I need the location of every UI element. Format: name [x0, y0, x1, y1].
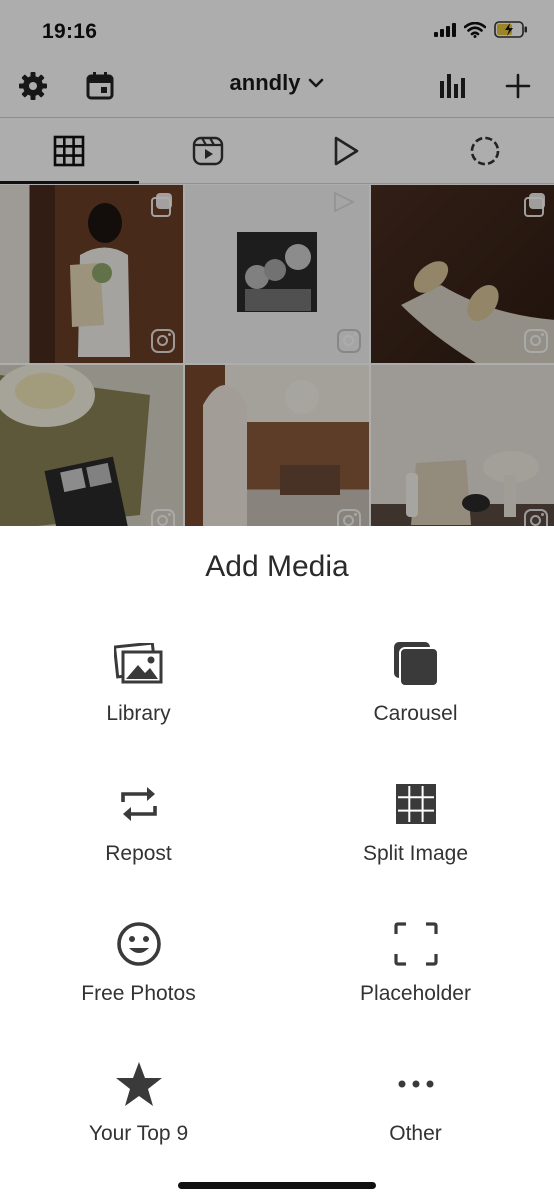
option-library[interactable]: Library [0, 636, 277, 756]
option-repost[interactable]: Repost [0, 776, 277, 896]
option-label: Your Top 9 [88, 1122, 189, 1145]
grid-post[interactable] [185, 365, 369, 530]
grid-icon [53, 135, 85, 166]
placeholder-frame-icon [386, 916, 446, 972]
instagram-icon [337, 329, 361, 353]
tab-video[interactable] [277, 118, 416, 183]
top-toolbar: anndly [0, 56, 554, 118]
option-label: Library [106, 702, 171, 725]
sheet-title: Add Media [205, 550, 349, 583]
stats-icon [440, 74, 465, 98]
option-label: Free Photos [81, 982, 196, 1005]
tab-stories[interactable] [416, 118, 554, 183]
option-label: Carousel [373, 702, 458, 725]
option-carousel[interactable]: Carousel [277, 636, 554, 756]
chevron-down-icon [309, 78, 324, 88]
media-grid [0, 185, 554, 530]
option-free-photos[interactable]: Free Photos [0, 916, 277, 1036]
option-label: Split Image [362, 842, 469, 865]
option-label: Repost [105, 842, 172, 865]
instagram-icon [524, 329, 548, 353]
carousel-badge-icon [151, 193, 173, 217]
repost-icon [109, 776, 169, 832]
account-name: anndly [229, 70, 301, 95]
status-time: 19:16 [42, 20, 98, 43]
option-label: Placeholder [360, 982, 471, 1005]
star-icon [109, 1056, 169, 1112]
play-icon [334, 136, 359, 165]
smiley-icon [109, 916, 169, 972]
photos-icon [109, 636, 169, 692]
grid-post[interactable] [0, 185, 183, 363]
carousel-badge-icon [524, 193, 546, 217]
add-button[interactable] [498, 66, 538, 106]
status-icons [434, 21, 528, 38]
carousel-icon [386, 636, 446, 692]
signal-icon [434, 22, 456, 37]
feed-tabs [0, 118, 554, 184]
tab-grid[interactable] [0, 118, 139, 184]
wifi-icon [464, 21, 486, 38]
add-media-sheet: Add Media Library Carousel Repost Split … [0, 526, 554, 1200]
option-split-image[interactable]: Split Image [277, 776, 554, 896]
option-your-top-9[interactable]: Your Top 9 [0, 1056, 277, 1176]
battery-icon [494, 21, 527, 38]
grid-post[interactable] [371, 185, 554, 363]
grid-post[interactable] [371, 365, 554, 530]
more-dots-icon [386, 1056, 446, 1112]
tab-reels[interactable] [139, 118, 278, 183]
instagram-icon [151, 329, 175, 353]
status-bar: 19:16 [0, 0, 554, 56]
grid-post[interactable] [185, 185, 369, 363]
stats-button[interactable] [432, 66, 472, 106]
post-photo [185, 365, 340, 530]
grid-post[interactable] [0, 365, 183, 530]
plus-icon [505, 73, 531, 99]
home-indicator[interactable] [178, 1182, 376, 1189]
reels-icon [192, 136, 223, 165]
option-label: Other [389, 1122, 442, 1145]
option-placeholder[interactable]: Placeholder [277, 916, 554, 1036]
option-other[interactable]: Other [277, 1056, 554, 1176]
app-background: 19:16 anndly [0, 0, 554, 530]
post-photo [406, 451, 539, 525]
post-photo [0, 365, 150, 530]
split-grid-icon [386, 776, 446, 832]
story-ring-icon [470, 136, 500, 165]
